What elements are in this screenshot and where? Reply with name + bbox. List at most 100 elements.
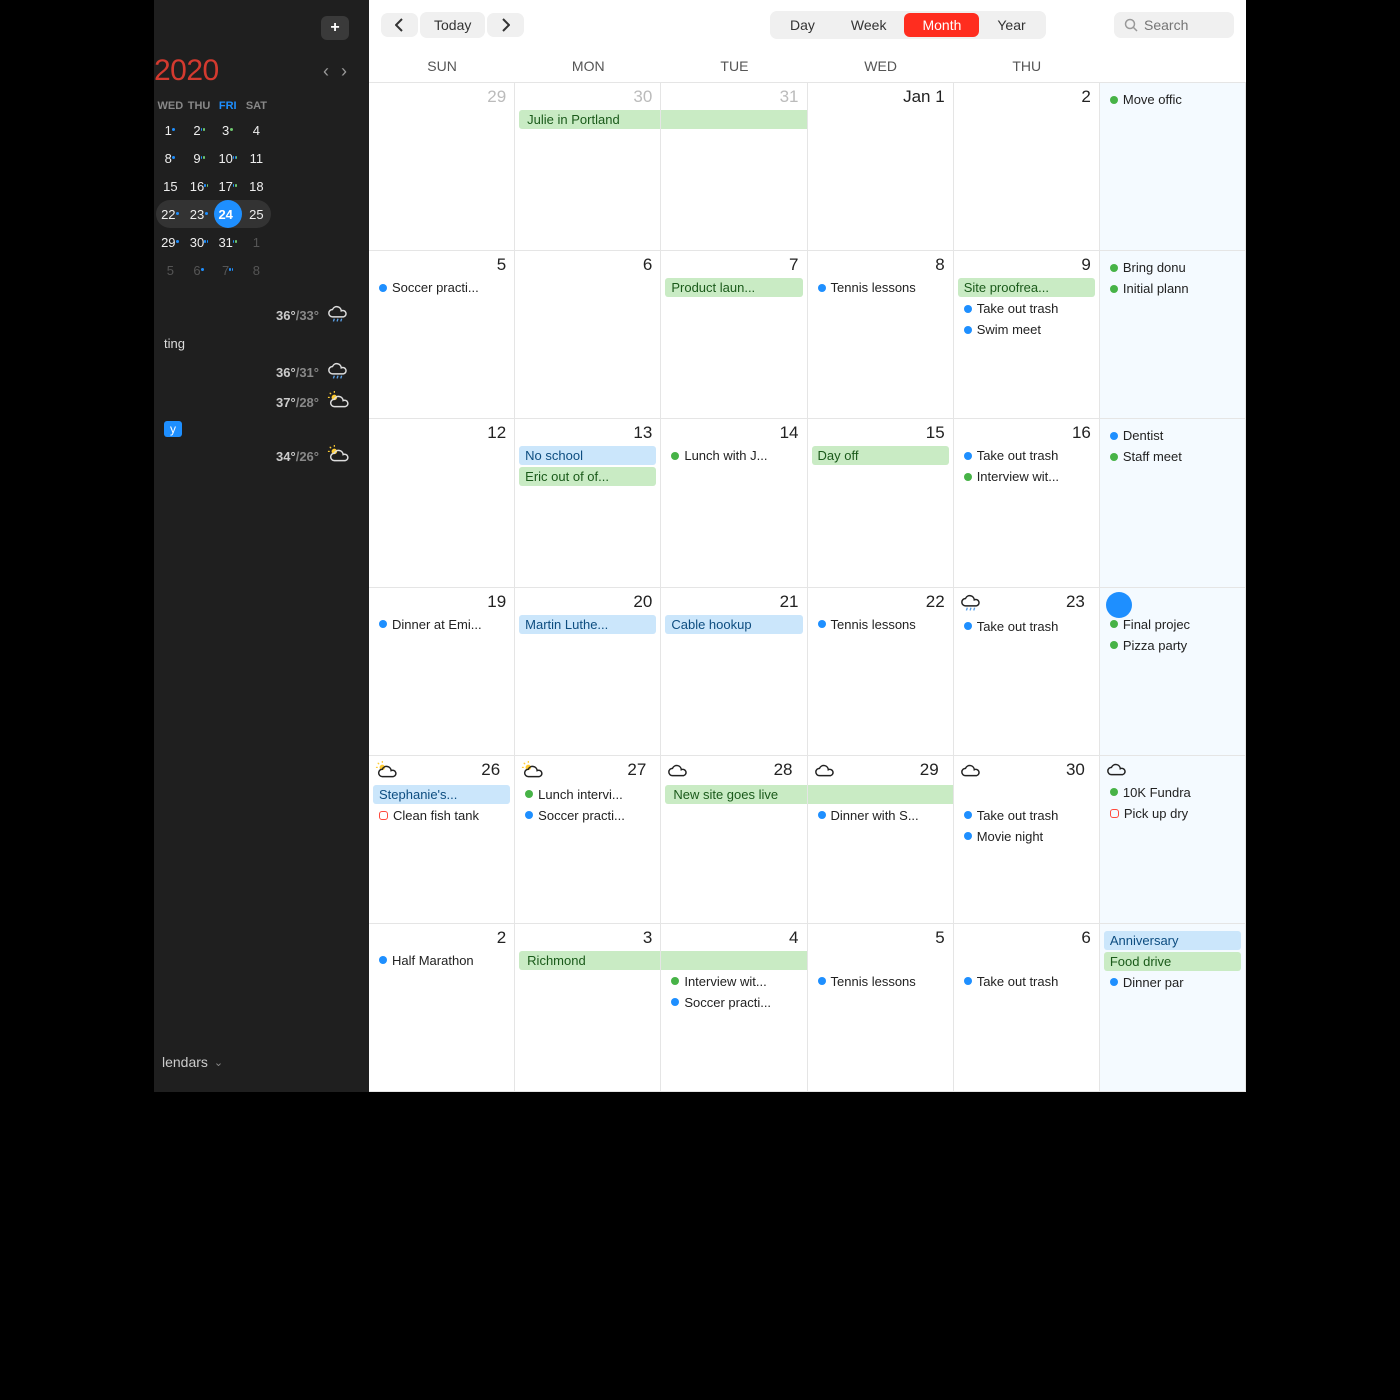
event[interactable] [661, 110, 806, 129]
day-cell[interactable]: 2 [954, 83, 1100, 250]
day-cell[interactable]: 4 Interview wit...Soccer practi... [661, 924, 807, 1091]
search-field[interactable] [1114, 12, 1234, 38]
event[interactable]: Clean fish tank [373, 806, 510, 825]
day-cell[interactable]: DentistStaff meet [1100, 419, 1246, 586]
mini-day[interactable]: 16 [185, 172, 214, 200]
mini-day[interactable]: 3 [213, 116, 242, 144]
event[interactable]: Dentist [1104, 426, 1241, 445]
day-cell[interactable]: 7Product laun... [661, 251, 807, 418]
event[interactable]: Move offic [1104, 90, 1241, 109]
event[interactable]: Tennis lessons [812, 278, 949, 297]
event[interactable]: Product laun... [665, 278, 802, 297]
search-input[interactable] [1144, 17, 1224, 33]
event[interactable]: No school [519, 446, 656, 465]
event[interactable]: 10K Fundra [1104, 783, 1241, 802]
mini-day[interactable]: 10 [213, 144, 242, 172]
event[interactable]: Tennis lessons [812, 615, 949, 634]
day-cell[interactable]: 9Site proofrea...Take out trashSwim meet [954, 251, 1100, 418]
today-button[interactable]: Today [420, 12, 485, 38]
mini-day[interactable]: 9 [185, 144, 214, 172]
event[interactable]: Tennis lessons [812, 972, 949, 991]
day-cell[interactable]: 27Lunch intervi...Soccer practi... [515, 756, 661, 923]
event[interactable] [661, 951, 806, 970]
day-cell[interactable]: 16Take out trashInterview wit... [954, 419, 1100, 586]
day-cell[interactable]: 10K Fundra Pick up dry [1100, 756, 1246, 923]
event[interactable]: Half Marathon [373, 951, 510, 970]
event[interactable]: Take out trash [958, 617, 1095, 636]
event[interactable]: Stephanie's... [373, 785, 510, 804]
prev-button[interactable] [381, 13, 418, 37]
event[interactable]: Eric out of of... [519, 467, 656, 486]
event[interactable]: Soccer practi... [519, 806, 656, 825]
mini-day[interactable]: 7 [213, 256, 242, 284]
day-cell[interactable]: Bring donu Initial plann [1100, 251, 1246, 418]
day-cell[interactable]: 12 [369, 419, 515, 586]
mini-day[interactable]: 1 [156, 116, 185, 144]
mini-day[interactable]: 15 [156, 172, 185, 200]
agenda-pill[interactable]: y [164, 421, 182, 437]
event[interactable]: Pick up dry [1104, 804, 1241, 823]
event[interactable]: Cable hookup [665, 615, 802, 634]
mini-day[interactable]: 2 [185, 116, 214, 144]
day-cell[interactable]: 28New site goes live [661, 756, 807, 923]
day-cell[interactable]: 21Cable hookup [661, 588, 807, 755]
mini-day[interactable]: 4 [242, 116, 271, 144]
day-cell[interactable]: 14Lunch with J... [661, 419, 807, 586]
mini-day[interactable]: 31 [213, 228, 242, 256]
event[interactable]: Final projec [1104, 615, 1241, 634]
event[interactable]: New site goes live [665, 785, 806, 804]
event[interactable]: Lunch intervi... [519, 785, 656, 804]
day-cell[interactable]: 29 Dinner with S... [808, 756, 954, 923]
mini-day[interactable]: 24 [213, 200, 242, 228]
view-month[interactable]: Month [904, 13, 979, 37]
day-cell[interactable]: 5 Tennis lessons [808, 924, 954, 1091]
event[interactable]: Bring donu [1104, 258, 1241, 277]
day-cell[interactable]: 20Martin Luthe... [515, 588, 661, 755]
mini-day[interactable]: 18 [242, 172, 271, 200]
mini-day[interactable]: 17 [213, 172, 242, 200]
event[interactable]: Dinner with S... [812, 806, 949, 825]
next-button[interactable] [487, 13, 524, 37]
view-week[interactable]: Week [833, 13, 905, 37]
event[interactable]: Site proofrea... [958, 278, 1095, 297]
event[interactable]: Richmond [519, 951, 660, 970]
mini-day[interactable]: 23 [185, 200, 214, 228]
mini-day[interactable]: 5 [156, 256, 185, 284]
day-cell[interactable]: 5Soccer practi... [369, 251, 515, 418]
view-day[interactable]: Day [772, 13, 833, 37]
calendars-toggle[interactable]: lendars ⌄ [154, 1046, 359, 1082]
add-event-button[interactable]: + [321, 16, 349, 40]
mini-prev-icon[interactable]: ‹ [323, 61, 329, 82]
event[interactable]: Initial plann [1104, 279, 1241, 298]
mini-day[interactable]: 11 [242, 144, 271, 172]
event[interactable]: Day off [812, 446, 949, 465]
day-cell[interactable]: 30Julie in Portland [515, 83, 661, 250]
day-cell[interactable]: 29 [369, 83, 515, 250]
event[interactable]: Take out trash [958, 299, 1095, 318]
day-cell[interactable]: Jan 1 [808, 83, 954, 250]
day-cell[interactable]: 22Tennis lessons [808, 588, 954, 755]
day-cell[interactable]: 26Stephanie's...Clean fish tank [369, 756, 515, 923]
day-cell[interactable]: 19Dinner at Emi... [369, 588, 515, 755]
event[interactable]: Swim meet [958, 320, 1095, 339]
mini-day[interactable]: 29 [156, 228, 185, 256]
day-cell[interactable]: Move offic [1100, 83, 1246, 250]
event[interactable]: Take out trash [958, 446, 1095, 465]
mini-day[interactable]: 8 [156, 144, 185, 172]
event[interactable]: Anniversary [1104, 931, 1241, 950]
event[interactable]: Dinner par [1104, 973, 1241, 992]
event[interactable]: Movie night [958, 827, 1095, 846]
mini-day[interactable]: 6 [185, 256, 214, 284]
day-cell[interactable]: 13No schoolEric out of of... [515, 419, 661, 586]
mini-day[interactable]: 30 [185, 228, 214, 256]
event[interactable]: Soccer practi... [373, 278, 510, 297]
mini-next-icon[interactable]: › [341, 61, 347, 82]
event[interactable] [808, 785, 953, 804]
day-cell[interactable]: 6 Take out trash [954, 924, 1100, 1091]
day-cell[interactable]: Final projecPizza party [1100, 588, 1246, 755]
event[interactable]: Julie in Portland [519, 110, 660, 129]
mini-day[interactable]: 25 [242, 200, 271, 228]
day-cell[interactable]: 6 [515, 251, 661, 418]
event[interactable]: Food drive [1104, 952, 1241, 971]
day-cell[interactable]: 31 [661, 83, 807, 250]
